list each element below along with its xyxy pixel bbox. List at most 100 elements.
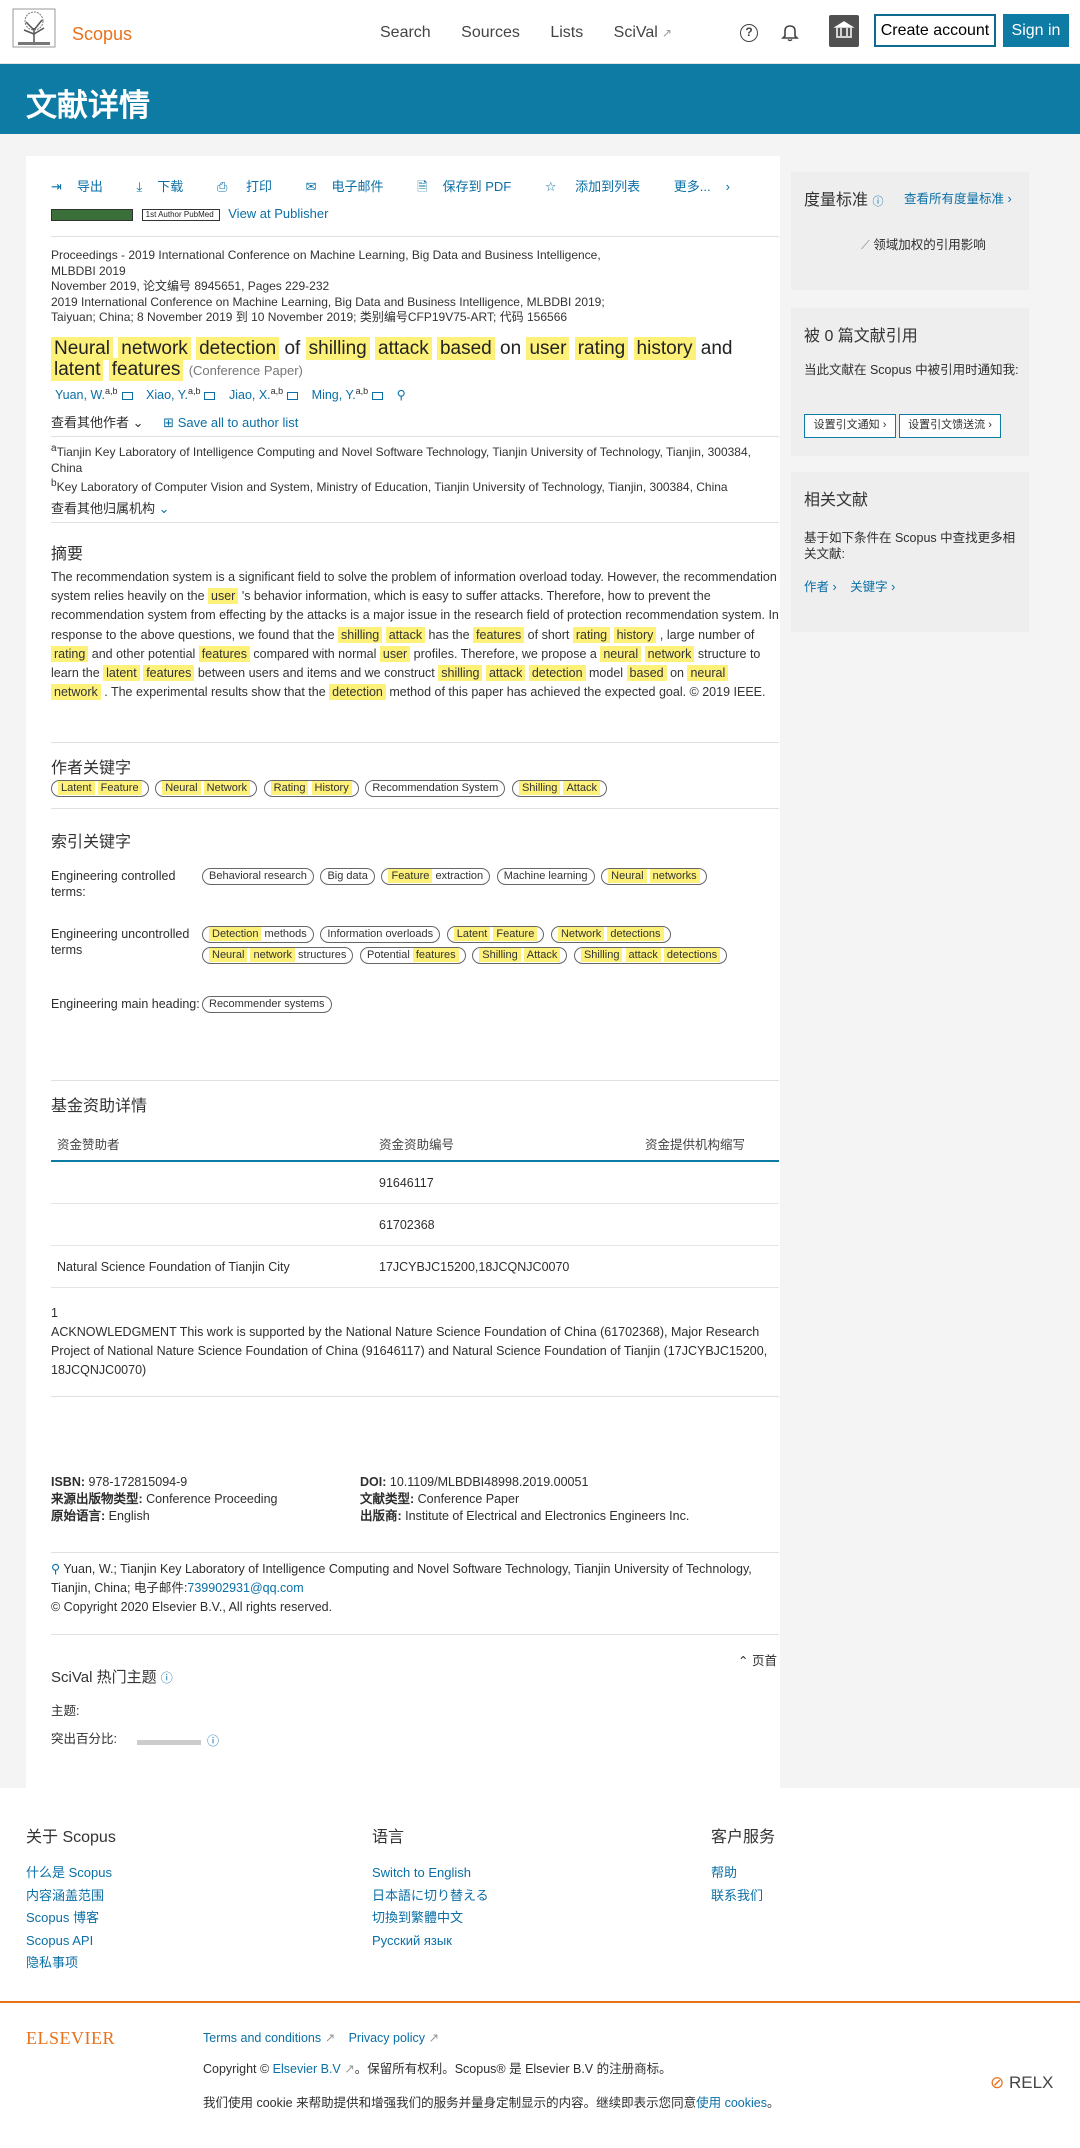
help-icon[interactable]: ? [740,24,758,42]
add-to-list-button[interactable]: ☆ 添加到列表 [545,179,655,194]
footer-link[interactable]: 内容涵盖范围 [26,1885,116,1908]
nav-search[interactable]: Search [380,24,431,41]
more-button[interactable]: 更多... › [674,179,745,194]
cookie-link[interactable]: 使用 cookies [696,2096,767,2110]
keyword-tag[interactable]: Shilling attack detections [573,947,728,964]
scopus-brand[interactable]: Scopus [72,24,132,45]
more-authors-toggle[interactable]: 查看其他作者 ⌄ [51,415,144,430]
full-text-badge-icon[interactable] [51,208,133,221]
keyword-tag[interactable]: Network detections [550,926,671,943]
keyword-tag[interactable]: Shilling Attack [511,780,608,797]
footer-link[interactable]: 隐私事项 [26,1952,116,1975]
elsevier-tree-logo-icon[interactable] [12,8,56,48]
bell-icon[interactable] [780,22,800,42]
keyword-tag[interactable]: Recommendation System [365,780,506,797]
save-pdf-button[interactable]: 🗎 保存到 PDF [417,179,526,194]
back-to-top-link[interactable]: ⌃ 页首 [738,1650,777,1669]
keyword-tag[interactable]: Feature extraction [381,868,491,885]
view-at-publisher-link[interactable]: View at Publisher [228,206,328,221]
footer-link[interactable]: Scopus API [26,1930,116,1953]
footer-link[interactable]: Switch to English [372,1862,489,1885]
divider [51,522,779,523]
save-authors-button[interactable]: ⊞ Save all to author list [163,415,298,430]
keyword-tag[interactable]: Potential features [359,947,466,964]
download-label: 下载 [157,179,184,194]
export-button[interactable]: ⇥ 导出 [51,179,118,194]
author-link[interactable]: Yuan, W. [55,388,105,402]
set-citation-alert-button[interactable]: 设置引文通知 › [804,414,896,438]
mail-icon[interactable] [372,391,384,400]
author-link[interactable]: Jiao, X. [229,388,271,402]
footer-link[interactable]: 帮助 [711,1862,775,1885]
nav-scival[interactable]: SciVal ↗ [614,24,698,41]
save-pdf-label: 保存到 PDF [442,179,512,194]
keyword-tag[interactable]: Recommender systems [202,996,332,1013]
keyword-tag[interactable]: Big data [320,868,375,885]
keyword-tag[interactable]: Rating History [263,780,359,797]
all-metrics-link[interactable]: 查看所有度量标准 › [904,188,1012,207]
keyword-tag[interactable]: Latent Feature [51,780,149,797]
nav-scival-label: SciVal [613,24,658,41]
relx-logo[interactable]: ⊘ RELX [990,2073,1053,2093]
title-word: features [108,358,184,381]
related-authors-link[interactable]: 作者 › [804,580,837,594]
sign-in-button[interactable]: Sign in [1003,14,1069,47]
elsevier-logo[interactable]: ELSEVIER [26,2028,115,2049]
set-citation-feed-button[interactable]: 设置引文馈送流 › [899,414,1001,438]
create-account-button[interactable]: Create account [874,14,996,47]
ack-text: ACKNOWLEDGMENT This work is supported by… [51,1325,768,1377]
person-icon[interactable]: ⚲ [397,388,406,402]
nav-lists[interactable]: Lists [550,24,583,41]
fwci-label: 领域加权的引用影响 [873,238,986,252]
author-affil-sup: a,b [187,386,201,396]
keyword-tag[interactable]: Information overloads [320,926,441,943]
institution-icon[interactable] [829,15,859,47]
footer-link[interactable]: 切換到繁體中文 [372,1907,489,1930]
search-term-highlight: based [626,665,667,682]
info-icon[interactable]: ⓘ [207,1732,219,1749]
author-affil-sup: a,b [355,386,369,396]
keyword-tag[interactable]: Behavioral research [202,868,314,885]
mail-icon[interactable] [204,391,216,400]
chevron-down-icon: ⌄ [158,501,170,516]
cited-by-panel: 被 0 篇文献引用 当此文献在 Scopus 中被引用时通知我: 设置引文通知 … [791,308,1029,456]
footer-legal-links: Terms and conditions ↗ Privacy policy ↗ [203,2030,439,2045]
footer-link[interactable]: Русский язык [372,1930,489,1953]
more-affiliations-toggle[interactable]: 查看其他归属机构 ⌄ [51,498,779,517]
keyword-tag[interactable]: Neural Network [155,780,258,797]
keyword-tag[interactable]: Neural network structures [202,947,354,964]
pubmed-badge[interactable]: 1st Author PubMed [141,208,220,221]
elsevier-link[interactable]: Elsevier B.V [273,2062,341,2076]
privacy-link[interactable]: Privacy policy ↗ [349,2031,439,2045]
info-icon[interactable]: ⓘ [872,196,883,208]
keyword-tag[interactable]: Latent Feature [446,926,545,943]
info-icon[interactable]: ⓘ [161,1671,173,1685]
keyword-tag[interactable]: Neural networks [601,868,707,885]
scival-topic-label: 主题: [51,1704,80,1718]
index-keywords-heading: 索引关键字 [51,834,132,851]
cookie-text: 我们使用 cookie 来帮助提供和增强我们的服务并量身定制显示的内容。继续即表… [203,2096,697,2110]
title-word: of [284,338,301,359]
keyword-tag[interactable]: Detection methods [202,926,314,943]
mail-icon[interactable] [287,391,299,400]
footer-link[interactable]: 联系我们 [711,1885,775,1908]
footer-link[interactable]: 什么是 Scopus [26,1862,116,1885]
print-button[interactable]: ⎙ 打印 [217,179,287,194]
mail-icon[interactable] [121,391,133,400]
page-title: 文献详情 [26,88,150,123]
author-link[interactable]: Ming, Y. [312,388,356,402]
nav-sources[interactable]: Sources [461,24,520,41]
email-button[interactable]: ✉ 电子邮件 [306,179,399,194]
correspondence-email-link[interactable]: 739902931@qq.com [187,1581,303,1595]
keyword-tag[interactable]: Shilling Attack [472,947,568,964]
cookie-notice: 我们使用 cookie 来帮助提供和增强我们的服务并量身定制显示的内容。继续即表… [203,2096,780,2110]
footer-link[interactable]: 日本語に切り替える [372,1885,489,1908]
author-keywords: Latent Feature Neural Network Rating His… [51,778,779,799]
terms-link[interactable]: Terms and conditions ↗ [203,2031,335,2045]
download-button[interactable]: ⤓ 下载 [137,179,199,194]
keyword-tag[interactable]: Machine learning [496,868,595,885]
title-word: based [436,337,495,360]
related-keywords-link[interactable]: 关键字 › [850,580,895,594]
footer-link[interactable]: Scopus 博客 [26,1907,116,1930]
author-link[interactable]: Xiao, Y. [146,388,188,402]
